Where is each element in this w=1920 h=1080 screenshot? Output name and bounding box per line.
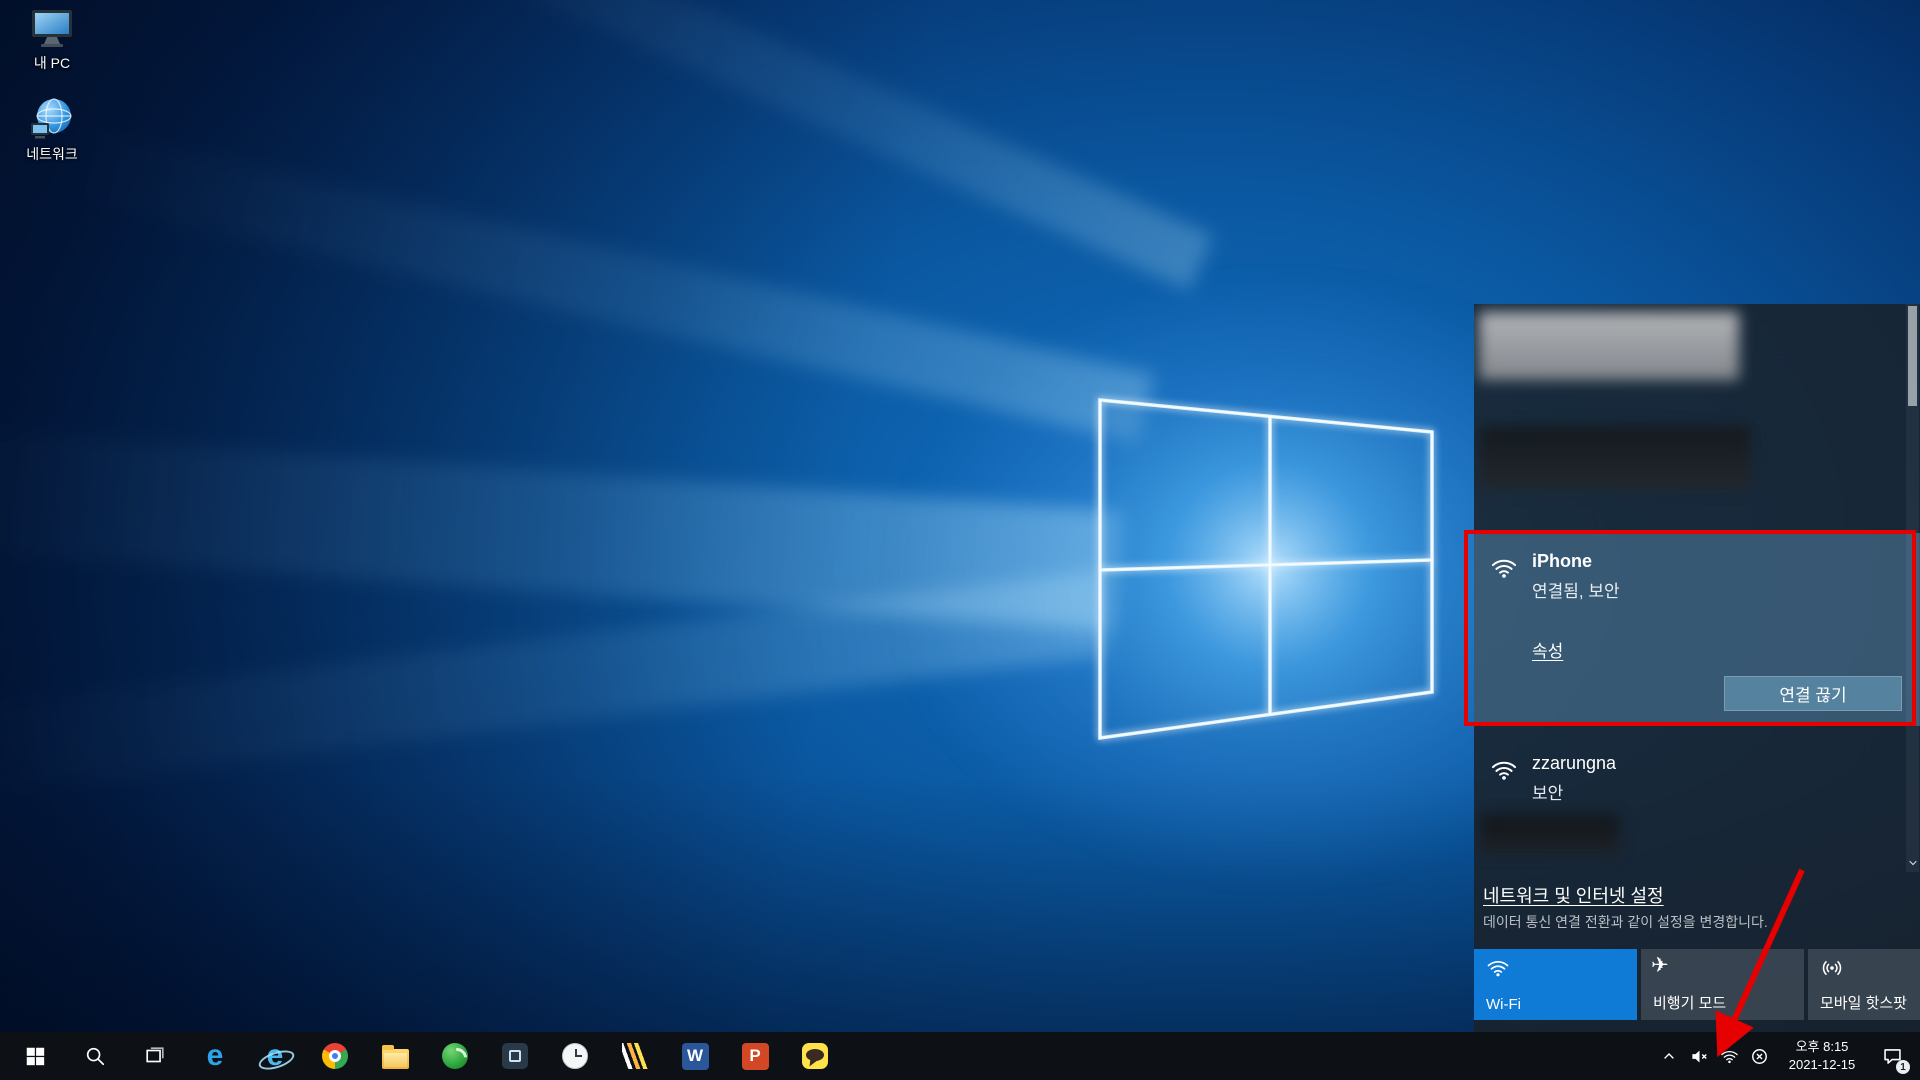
airplane-icon: ✈ [1651,953,1669,978]
scrollbar-thumb[interactable] [1908,306,1917,406]
volume-muted-icon [1690,1047,1709,1066]
system-tray: 오후 8:15 2021-12-15 1 [1654,1032,1920,1080]
search-icon [84,1045,106,1067]
clock-time: 오후 8:15 [1796,1038,1849,1056]
my-pc-icon [29,8,75,50]
file-explorer-icon [382,1049,409,1069]
taskbar: e e W [0,1032,1920,1080]
taskbar-app-internet-explorer[interactable]: e [251,1032,299,1080]
clock-date: 2021-12-15 [1789,1056,1856,1074]
wifi-icon [1486,956,1510,980]
flyout-scrollbar[interactable] [1906,304,1919,872]
redacted-network-block [1479,426,1751,490]
edge-icon: e [207,1041,224,1071]
taskbar-app-green[interactable] [431,1032,479,1080]
network-status: 보안 [1532,779,1616,804]
task-view-icon [144,1045,166,1067]
task-view-button[interactable] [131,1032,179,1080]
hotspot-icon [1820,956,1844,980]
redacted-network-block [1480,814,1620,854]
tray-show-hidden-icons[interactable] [1654,1032,1684,1080]
wifi-signal-icon [1490,554,1518,582]
tray-volume[interactable] [1684,1032,1714,1080]
chrome-icon [322,1043,348,1069]
desktop-icon-my-pc[interactable]: 내 PC [6,8,98,71]
dark-app-icon [502,1043,528,1069]
wifi-flyout-panel: iPhone 연결됨, 보안 속성 연결 끊기 zzarungna 보안 네트워… [1474,304,1920,1032]
network-item-iphone[interactable]: iPhone 연결됨, 보안 속성 연결 끊기 [1474,533,1920,726]
start-button[interactable] [11,1032,59,1080]
tray-circle-x[interactable] [1744,1032,1774,1080]
redacted-network-block [1479,312,1739,380]
kakaotalk-icon [802,1043,828,1069]
taskbar-app-stripes[interactable] [611,1032,659,1080]
network-name: zzarungna [1532,753,1616,775]
taskbar-app-kakaotalk[interactable] [791,1032,839,1080]
taskbar-app-edge[interactable]: e [191,1032,239,1080]
quick-actions-row: Wi-Fi ✈ 비행기 모드 모바일 핫스팟 [1474,949,1920,1020]
green-app-icon [442,1043,468,1069]
taskbar-app-powerpoint[interactable]: P [731,1032,779,1080]
circle-x-icon [1750,1047,1769,1066]
word-icon: W [682,1043,709,1070]
quick-action-airplane-mode[interactable]: ✈ 비행기 모드 [1641,949,1804,1020]
tray-wifi[interactable] [1714,1032,1744,1080]
desktop-icon-network[interactable]: 네트워크 [6,97,98,162]
network-icon [29,97,75,141]
wifi-icon [1720,1047,1739,1066]
clock-app-icon [562,1043,588,1069]
desktop-icon-label: 네트워크 [26,146,78,162]
tray-clock[interactable]: 오후 8:15 2021-12-15 [1774,1032,1870,1080]
network-properties-link[interactable]: 속성 [1532,637,1563,662]
internet-explorer-icon: e [260,1040,290,1072]
network-settings-description: 데이터 통신 연결 전환과 같이 설정을 변경합니다. [1483,912,1768,932]
desktop-icon-label: 내 PC [34,55,70,71]
quick-action-mobile-hotspot[interactable]: 모바일 핫스팟 [1808,949,1920,1020]
windows-logo-wallpaper [1010,360,1470,780]
network-status: 연결됨, 보안 [1532,577,1620,602]
quick-action-label: 비행기 모드 [1653,992,1726,1013]
desktop-screen: 내 PC 네트워크 [0,0,1920,1080]
desktop-icon-area: 내 PC 네트워크 [6,8,98,188]
action-center-button[interactable]: 1 [1870,1032,1914,1080]
taskbar-app-chrome[interactable] [311,1032,359,1080]
taskbar-left: e e W [0,1032,839,1080]
taskbar-app-file-explorer[interactable] [371,1032,419,1080]
chevron-up-icon [1661,1048,1677,1064]
wifi-signal-icon [1490,756,1518,784]
network-settings-link[interactable]: 네트워크 및 인터넷 설정 [1483,882,1664,908]
network-name: iPhone [1532,551,1620,573]
disconnect-button[interactable]: 연결 끊기 [1724,676,1902,711]
taskbar-app-clock[interactable] [551,1032,599,1080]
quick-action-wifi[interactable]: Wi-Fi [1474,949,1637,1020]
stripes-app-icon [622,1043,648,1069]
chevron-down-icon [1907,857,1919,869]
taskbar-app-dark[interactable] [491,1032,539,1080]
taskbar-app-word[interactable]: W [671,1032,719,1080]
quick-action-label: 모바일 핫스팟 [1820,992,1907,1013]
search-button[interactable] [71,1032,119,1080]
quick-action-label: Wi-Fi [1486,996,1521,1013]
windows-start-icon [24,1045,46,1067]
notification-badge: 1 [1896,1060,1910,1074]
scrollbar-down-arrow[interactable] [1906,854,1919,872]
powerpoint-icon: P [742,1043,769,1070]
